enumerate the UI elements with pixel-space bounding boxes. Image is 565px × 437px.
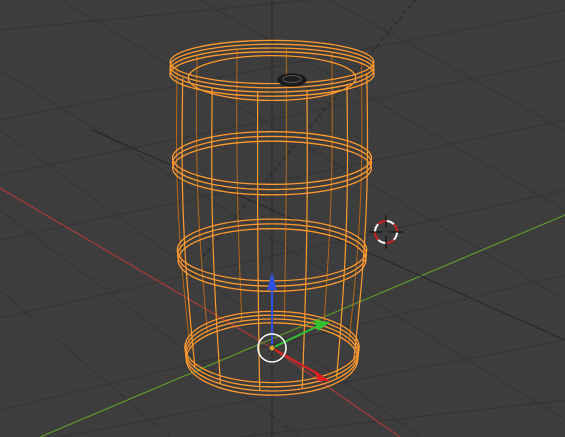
x-axis-line bbox=[0, 187, 273, 349]
grid-line bbox=[59, 0, 565, 301]
floor-grid bbox=[0, 0, 565, 437]
grid-line bbox=[199, 0, 565, 211]
viewport-scene[interactable] bbox=[0, 0, 565, 437]
cursor-ring-segment bbox=[385, 239, 395, 244]
origin-dot-icon bbox=[268, 344, 276, 352]
world-axes bbox=[0, 0, 565, 437]
grid-line bbox=[0, 9, 565, 121]
cursor-ring-segment bbox=[377, 220, 387, 225]
3d-cursor-icon[interactable] bbox=[369, 215, 403, 249]
3d-viewport[interactable] bbox=[0, 0, 565, 437]
cursor-ring-segment bbox=[393, 223, 398, 233]
grid-line bbox=[59, 339, 565, 437]
y-axis-line bbox=[39, 214, 565, 437]
grid-line bbox=[0, 69, 565, 421]
cursor-ring-segment bbox=[377, 239, 387, 244]
grid-line bbox=[0, 119, 565, 241]
cursor-ring-segment bbox=[393, 231, 398, 241]
grid-line bbox=[239, 399, 565, 437]
barrel-strut[interactable] bbox=[181, 78, 196, 369]
grid-line bbox=[0, 0, 311, 31]
cursor-ring-segment bbox=[385, 220, 395, 225]
grid-line bbox=[0, 189, 565, 319]
barrel-strut[interactable] bbox=[196, 56, 208, 333]
cursor-ring-segment bbox=[374, 223, 379, 233]
barrel-strut[interactable] bbox=[353, 73, 369, 361]
grid-line bbox=[0, 289, 171, 437]
